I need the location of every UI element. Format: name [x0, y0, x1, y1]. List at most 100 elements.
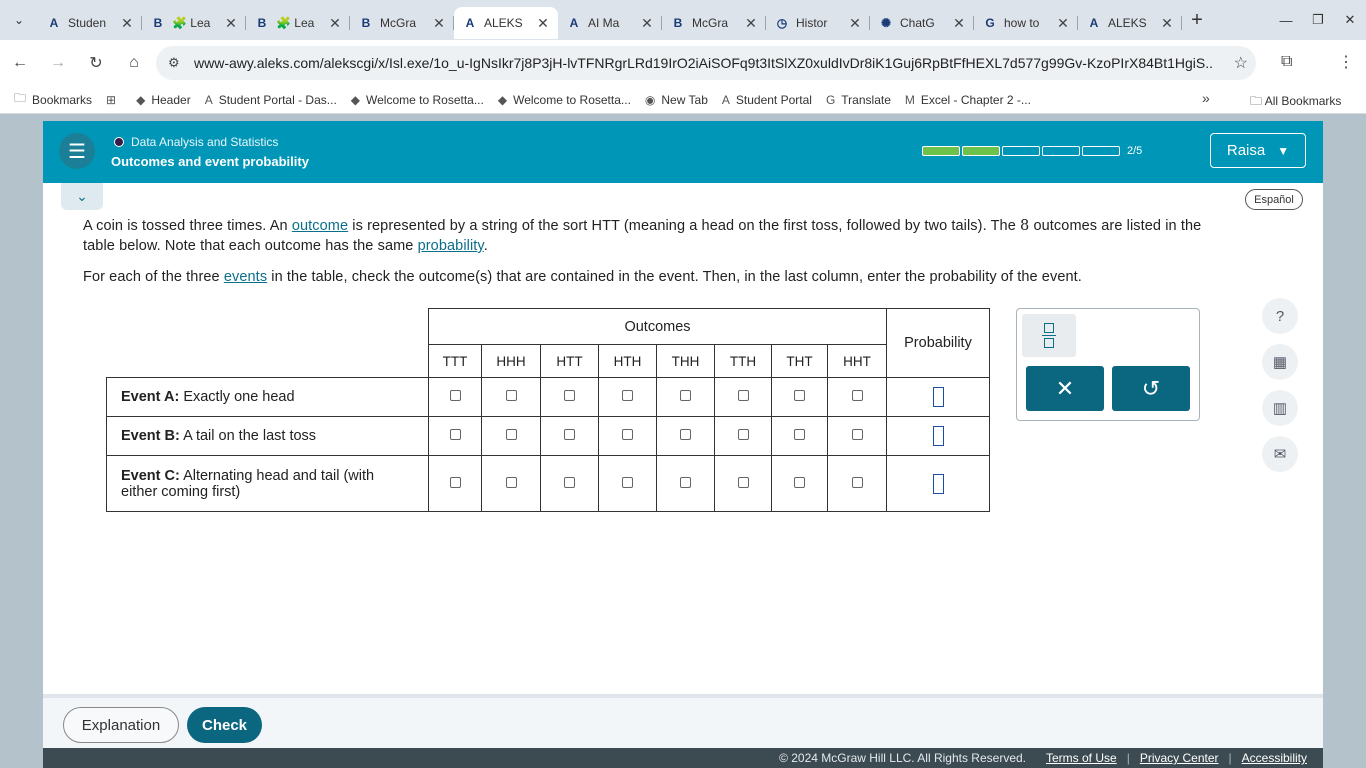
- undo-button[interactable]: ↺: [1112, 366, 1190, 411]
- outcome-checkbox[interactable]: [622, 476, 633, 488]
- outcome-checkbox[interactable]: [680, 429, 691, 440]
- browser-tab[interactable]: B McGra ✕: [662, 7, 766, 39]
- browser-tab[interactable]: B 🧩 Lea ✕: [246, 7, 350, 39]
- user-menu-button[interactable]: Raisa ▼: [1210, 133, 1306, 168]
- close-window-icon[interactable]: ✕: [1334, 0, 1366, 40]
- probability-input[interactable]: [932, 473, 944, 494]
- close-tab-icon[interactable]: ✕: [432, 15, 446, 32]
- browser-tab[interactable]: A AI Ma ✕: [558, 7, 662, 39]
- progress-segment: [922, 146, 960, 156]
- maximize-icon[interactable]: ❐: [1302, 0, 1334, 40]
- site-info-icon[interactable]: ⚙: [168, 55, 180, 71]
- fraction-button[interactable]: [1022, 314, 1076, 357]
- outcome-checkbox[interactable]: [737, 390, 749, 401]
- bookmark-item[interactable]: ◆ Welcome to Rosetta...: [351, 93, 484, 107]
- browser-tab[interactable]: A ALEKS ✕: [1078, 7, 1182, 39]
- outcome-checkbox[interactable]: [851, 390, 863, 401]
- close-tab-icon[interactable]: ✕: [328, 15, 342, 32]
- outcome-checkbox[interactable]: [449, 476, 461, 488]
- probability-input[interactable]: [932, 426, 944, 446]
- browser-tab[interactable]: B 🧩 Lea ✕: [142, 7, 246, 39]
- browser-tab[interactable]: A Studen ✕: [38, 7, 142, 39]
- all-bookmarks-button[interactable]: 🗀 All Bookmarks: [1250, 92, 1341, 113]
- more-bookmarks-icon[interactable]: »: [1202, 90, 1210, 106]
- all-bookmarks-label: All Bookmarks: [1264, 94, 1342, 108]
- outcome-link[interactable]: outcome: [292, 218, 348, 234]
- close-tab-icon[interactable]: ✕: [1160, 15, 1174, 32]
- bookmark-item[interactable]: G Translate: [826, 93, 891, 107]
- new-tab-button[interactable]: +: [1182, 9, 1212, 32]
- close-tab-icon[interactable]: ✕: [536, 15, 550, 32]
- home-icon[interactable]: ⌂: [116, 45, 152, 81]
- close-tab-icon[interactable]: ✕: [1056, 15, 1070, 32]
- outcome-checkbox[interactable]: [851, 476, 863, 488]
- close-tab-icon[interactable]: ✕: [224, 15, 238, 32]
- outcome-checkbox[interactable]: [449, 429, 461, 440]
- bookmark-item[interactable]: ◆ Welcome to Rosetta...: [498, 93, 631, 107]
- tab-search-icon[interactable]: ⌄: [0, 0, 38, 40]
- outcome-checkbox[interactable]: [505, 476, 517, 488]
- terms-link[interactable]: Terms of Use: [1046, 751, 1117, 765]
- bookmark-item[interactable]: 🗀 Bookmarks: [14, 89, 92, 110]
- outcome-checkbox[interactable]: [449, 390, 461, 401]
- browser-tab[interactable]: ◷ Histor ✕: [766, 7, 870, 39]
- outcome-cell: [540, 377, 599, 417]
- calculator-icon[interactable]: ▦: [1262, 344, 1298, 380]
- close-tab-icon[interactable]: ✕: [744, 15, 758, 32]
- close-tab-icon[interactable]: ✕: [952, 15, 966, 32]
- help-icon[interactable]: ?: [1262, 298, 1298, 334]
- outcome-checkbox[interactable]: [564, 390, 575, 401]
- outcome-checkbox[interactable]: [794, 390, 805, 401]
- check-button[interactable]: Check: [187, 707, 262, 743]
- outcome-checkbox[interactable]: [564, 429, 575, 440]
- explanation-button[interactable]: Explanation: [63, 707, 179, 743]
- outcome-checkbox[interactable]: [622, 429, 633, 440]
- url-bar[interactable]: ⚙ www-awy.aleks.com/alekscgi/x/Isl.exe/1…: [156, 46, 1256, 80]
- text-span: is represented by a string of the sort H…: [348, 218, 1021, 234]
- probability-input[interactable]: [932, 387, 944, 407]
- outcome-checkbox[interactable]: [737, 476, 749, 488]
- outcome-checkbox[interactable]: [794, 476, 805, 488]
- language-toggle-button[interactable]: Español: [1245, 189, 1303, 210]
- extensions-icon[interactable]: ⧉: [1281, 53, 1292, 71]
- outcome-checkbox[interactable]: [737, 429, 749, 440]
- close-tab-icon[interactable]: ✕: [640, 15, 654, 32]
- events-link[interactable]: events: [224, 269, 267, 285]
- browser-tab[interactable]: B McGra ✕: [350, 7, 454, 39]
- clear-button[interactable]: ✕: [1026, 366, 1104, 411]
- bookmark-item[interactable]: M Excel - Chapter 2 -...: [905, 93, 1031, 107]
- outcome-checkbox[interactable]: [851, 429, 863, 440]
- answer-keypad: ✕ ↺: [1016, 308, 1200, 421]
- outcome-checkbox[interactable]: [680, 476, 691, 488]
- close-tab-icon[interactable]: ✕: [848, 15, 862, 32]
- close-tab-icon[interactable]: ✕: [120, 15, 134, 32]
- collapse-header-button[interactable]: ⌄: [61, 183, 103, 210]
- mail-icon[interactable]: ✉: [1262, 436, 1298, 472]
- bookmark-item[interactable]: A Student Portal - Das...: [205, 93, 337, 107]
- outcome-checkbox[interactable]: [680, 390, 691, 401]
- outcome-checkbox[interactable]: [794, 429, 805, 440]
- bookmark-item[interactable]: ◉ New Tab: [645, 93, 708, 107]
- reload-icon[interactable]: ↻: [78, 45, 114, 81]
- browser-menu-icon[interactable]: ⋮: [1338, 52, 1354, 72]
- outcome-checkbox[interactable]: [505, 429, 517, 440]
- bookmark-item[interactable]: ⊞: [106, 93, 122, 107]
- bookmark-star-icon[interactable]: ☆: [1234, 53, 1248, 73]
- accessibility-link[interactable]: Accessibility: [1242, 751, 1307, 765]
- browser-tab[interactable]: A ALEKS ✕: [454, 7, 558, 39]
- bookmark-item[interactable]: A Student Portal: [722, 93, 812, 107]
- outcome-checkbox[interactable]: [505, 390, 517, 401]
- outcome-checkbox[interactable]: [564, 476, 575, 488]
- privacy-link[interactable]: Privacy Center: [1140, 751, 1219, 765]
- menu-icon[interactable]: ☰: [59, 133, 95, 169]
- back-icon[interactable]: ←: [2, 45, 38, 81]
- forward-icon[interactable]: →: [40, 45, 76, 81]
- aleks-a-icon: A: [569, 16, 579, 30]
- outcome-checkbox[interactable]: [622, 390, 633, 401]
- probability-link[interactable]: probability: [418, 238, 484, 254]
- book-icon[interactable]: ▥: [1262, 390, 1298, 426]
- minimize-icon[interactable]: —: [1270, 0, 1302, 40]
- browser-tab[interactable]: Ghow to ✕: [974, 7, 1078, 39]
- bookmark-item[interactable]: ◆ Header: [136, 93, 191, 107]
- browser-tab[interactable]: ✺ ChatG ✕: [870, 7, 974, 39]
